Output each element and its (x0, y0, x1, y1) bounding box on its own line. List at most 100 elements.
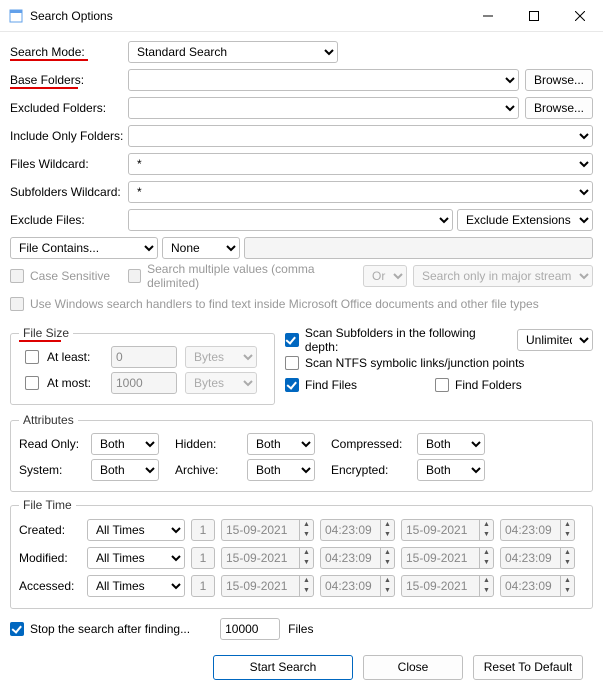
search-mode-select[interactable]: Standard Search (128, 41, 338, 63)
modified-from-date[interactable] (221, 547, 299, 569)
created-to-time-spin[interactable]: ▲▼ (560, 519, 575, 541)
readonly-label: Read Only: (19, 437, 83, 451)
created-from-date[interactable] (221, 519, 299, 541)
at-most-input[interactable] (111, 372, 177, 394)
search-major-select[interactable]: Search only in major stream (413, 265, 593, 287)
close-dialog-button[interactable]: Close (363, 655, 463, 680)
find-files-checkbox[interactable]: Find Files (285, 374, 435, 396)
subfolders-wildcard-label: Subfolders Wildcard: (10, 185, 128, 199)
modified-to-time[interactable] (500, 547, 560, 569)
attributes-group: Attributes Read Only: Both Hidden: Both … (10, 413, 593, 492)
scan-ntfs-checkbox[interactable]: Scan NTFS symbolic links/junction points (285, 352, 593, 374)
encrypted-select[interactable]: Both (417, 459, 485, 481)
accessed-to-date-spin[interactable]: ▲▼ (479, 575, 494, 597)
file-size-group: File Size At least: Bytes At most: Bytes (10, 326, 275, 405)
file-size-legend: File Size (19, 326, 73, 340)
archive-select[interactable]: Both (247, 459, 315, 481)
base-folders-browse-button[interactable]: Browse... (525, 69, 593, 91)
created-n-input[interactable] (191, 519, 215, 541)
winsearch-checkbox[interactable]: Use Windows search handlers to find text… (10, 297, 539, 311)
created-from-date-spin[interactable]: ▲▼ (299, 519, 314, 541)
modified-to-time-spin[interactable]: ▲▼ (560, 547, 575, 569)
accessed-from-date[interactable] (221, 575, 299, 597)
titlebar: Search Options (0, 0, 603, 32)
attributes-legend: Attributes (19, 413, 78, 427)
created-label: Created: (19, 523, 81, 537)
base-folders-label: Base Folders: (10, 73, 128, 87)
at-least-checkbox[interactable] (25, 350, 39, 364)
excluded-folders-label: Excluded Folders: (10, 101, 128, 115)
accessed-n-input[interactable] (191, 575, 215, 597)
contains-text-input[interactable] (244, 237, 593, 259)
include-only-label: Include Only Folders: (10, 129, 128, 143)
at-most-label: At most: (47, 376, 103, 390)
modified-from-time-spin[interactable]: ▲▼ (380, 547, 395, 569)
readonly-select[interactable]: Both (91, 433, 159, 455)
close-button[interactable] (557, 0, 603, 32)
encrypted-label: Encrypted: (331, 463, 409, 477)
accessed-mode-select[interactable]: All Times (87, 575, 185, 597)
stop-count-input[interactable] (220, 618, 280, 640)
at-least-input[interactable] (111, 346, 177, 368)
compressed-select[interactable]: Both (417, 433, 485, 455)
files-wildcard-combo[interactable]: * (128, 153, 593, 175)
modified-mode-select[interactable]: All Times (87, 547, 185, 569)
excluded-folders-browse-button[interactable]: Browse... (525, 97, 593, 119)
accessed-to-date[interactable] (401, 575, 479, 597)
created-to-date-spin[interactable]: ▲▼ (479, 519, 494, 541)
exclude-files-label: Exclude Files: (10, 213, 128, 227)
modified-to-date[interactable] (401, 547, 479, 569)
compressed-label: Compressed: (331, 437, 409, 451)
include-only-combo[interactable] (128, 125, 593, 147)
hidden-label: Hidden: (175, 437, 239, 451)
search-mode-label: Search Mode: (10, 45, 128, 59)
search-multi-checkbox[interactable]: Search multiple values (comma delimited) (128, 262, 349, 290)
file-contains-select[interactable]: File Contains... (10, 237, 158, 259)
at-least-unit[interactable]: Bytes (185, 346, 257, 368)
file-time-legend: File Time (19, 498, 76, 512)
app-icon (8, 8, 24, 24)
accessed-from-time[interactable] (320, 575, 380, 597)
modified-to-date-spin[interactable]: ▲▼ (479, 547, 494, 569)
case-sensitive-checkbox[interactable]: Case Sensitive (10, 269, 128, 283)
at-least-label: At least: (47, 350, 103, 364)
hidden-select[interactable]: Both (247, 433, 315, 455)
depth-select[interactable]: Unlimited (517, 329, 593, 351)
accessed-label: Accessed: (19, 579, 81, 593)
accessed-to-time-spin[interactable]: ▲▼ (560, 575, 575, 597)
exclude-ext-select[interactable]: Exclude Extensions List (457, 209, 593, 231)
reset-button[interactable]: Reset To Default (473, 655, 583, 680)
subfolders-wildcard-combo[interactable]: * (128, 181, 593, 203)
created-to-time[interactable] (500, 519, 560, 541)
excluded-folders-combo[interactable] (128, 97, 519, 119)
accessed-from-time-spin[interactable]: ▲▼ (380, 575, 395, 597)
modified-label: Modified: (19, 551, 81, 565)
start-search-button[interactable]: Start Search (213, 655, 353, 680)
at-most-checkbox[interactable] (25, 376, 39, 390)
modified-n-input[interactable] (191, 547, 215, 569)
archive-label: Archive: (175, 463, 239, 477)
files-wildcard-label: Files Wildcard: (10, 157, 128, 171)
modified-from-time[interactable] (320, 547, 380, 569)
created-from-time-spin[interactable]: ▲▼ (380, 519, 395, 541)
contains-mode-select[interactable]: None (162, 237, 240, 259)
base-folders-combo[interactable] (128, 69, 519, 91)
accessed-to-time[interactable] (500, 575, 560, 597)
modified-from-date-spin[interactable]: ▲▼ (299, 547, 314, 569)
stop-after-checkbox[interactable]: Stop the search after finding... (10, 622, 190, 636)
window-title: Search Options (30, 9, 465, 23)
or-select[interactable]: Or (363, 265, 407, 287)
maximize-button[interactable] (511, 0, 557, 32)
exclude-files-combo[interactable] (128, 209, 453, 231)
created-from-time[interactable] (320, 519, 380, 541)
system-select[interactable]: Both (91, 459, 159, 481)
scan-depth-checkbox[interactable]: Scan Subfolders in the following depth: … (285, 328, 593, 352)
minimize-button[interactable] (465, 0, 511, 32)
accessed-from-date-spin[interactable]: ▲▼ (299, 575, 314, 597)
created-mode-select[interactable]: All Times (87, 519, 185, 541)
at-most-unit[interactable]: Bytes (185, 372, 257, 394)
created-to-date[interactable] (401, 519, 479, 541)
find-folders-checkbox[interactable]: Find Folders (435, 374, 522, 396)
system-label: System: (19, 463, 83, 477)
files-label: Files (288, 622, 313, 636)
